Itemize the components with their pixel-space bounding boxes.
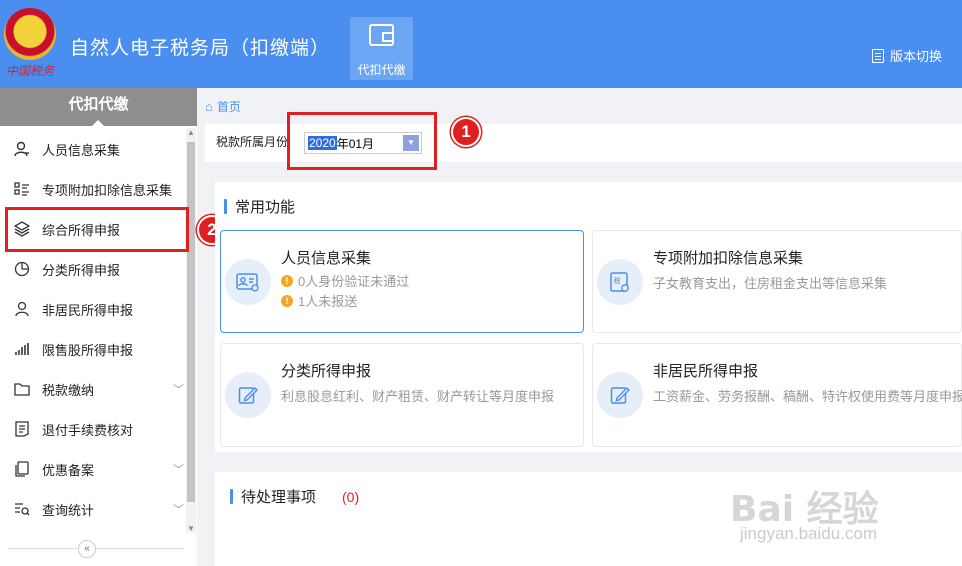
person-icon — [14, 141, 30, 157]
sidebar-item-label: 限售股所得申报 — [42, 342, 134, 358]
version-switch-button[interactable]: 版本切换 — [872, 46, 942, 65]
sidebar-item-refund-check[interactable]: 退付手续费核对 — [0, 409, 184, 449]
nav-tile-withholding[interactable]: 代扣代缴 — [350, 17, 413, 80]
sidebar-item-tax-payment[interactable]: 税款缴纳 ﹀ — [0, 369, 184, 409]
pie-icon — [14, 261, 30, 277]
folder-icon — [14, 381, 30, 397]
sidebar-item-label: 专项附加扣除信息采集 — [42, 182, 173, 198]
document-icon — [14, 421, 30, 437]
warning-identity: ! 0人身份验证未通过 — [281, 271, 409, 290]
card-personnel-collection[interactable]: 人员信息采集 ! 0人身份验证未通过 ! 1人未报送 — [220, 230, 584, 333]
sidebar-item-label: 查询统计 — [42, 502, 95, 518]
card-title: 人员信息采集 — [281, 250, 372, 267]
version-switch-label: 版本切换 — [890, 49, 943, 64]
chevron-down-icon: ﹀ — [173, 504, 184, 516]
card-special-deduction[interactable]: 税 专项附加扣除信息采集 子女教育支出，住房租金支出等信息采集 — [592, 230, 962, 333]
sidebar-item-special-deduction[interactable]: 专项附加扣除信息采集 — [0, 169, 184, 209]
card-subtitle: 子女教育支出，住房租金支出等信息采集 — [653, 276, 888, 291]
nav-tile-label: 代扣代缴 — [357, 63, 406, 77]
chevron-down-icon: ﹀ — [173, 384, 184, 396]
section-title-common: 常用功能 — [224, 196, 295, 217]
pending-count[interactable]: (0) — [342, 489, 359, 505]
sidebar-title: 代扣代缴 — [0, 88, 197, 127]
warning-icon: ! — [281, 274, 293, 287]
section-marker — [230, 489, 233, 504]
section-title-pending: 待处理事项 (0) — [230, 486, 359, 507]
sidebar-item-personnel[interactable]: 人员信息采集 — [0, 129, 184, 169]
warning-icon: ! — [281, 294, 293, 307]
sidebar-item-restricted-stock[interactable]: 限售股所得申报 — [0, 329, 184, 369]
baidu-watermark-url: jingyan.baidu.com — [740, 524, 878, 543]
app-title: 自然人电子税务局（扣缴端） — [70, 38, 331, 59]
star-icon: ★ — [22, 14, 35, 30]
breadcrumb-home[interactable]: 首页 — [217, 98, 241, 115]
card-title: 分类所得申报 — [281, 363, 372, 380]
scroll-down-arrow-icon[interactable]: ▼ — [187, 524, 195, 533]
section-title-label: 待处理事项 — [241, 489, 317, 506]
card-title: 专项附加扣除信息采集 — [653, 250, 804, 267]
card-category-income[interactable]: 分类所得申报 利息股息红利、财产租赁、财产转让等月度申报 — [220, 343, 584, 447]
chevron-down-icon: ﹀ — [173, 464, 184, 476]
section-title-label: 常用功能 — [235, 199, 296, 216]
person-outline-icon — [14, 301, 30, 317]
svg-text:税: 税 — [614, 276, 621, 285]
warning-unreported[interactable]: ! 1人未报送 — [281, 291, 357, 310]
card-subtitle: 利息股息红利、财产租赁、财产转让等月度申报 — [281, 389, 555, 404]
sidebar-item-label: 税款缴纳 — [42, 382, 95, 398]
sidebar-item-label: 退付手续费核对 — [42, 422, 134, 438]
copy-icon — [14, 461, 30, 477]
annotation-badge-1: 1 — [451, 117, 481, 147]
warning-text: 0人身份验证未通过 — [298, 274, 410, 289]
sidebar-item-query-stats[interactable]: 查询统计 ﹀ — [0, 489, 184, 529]
emblem-text: 中国税务 — [6, 64, 55, 78]
top-header: ★ 中国税务 自然人电子税务局（扣缴端） 代扣代缴 版本切换 — [0, 0, 962, 88]
edit-icon — [225, 372, 271, 418]
bar-chart-icon — [14, 341, 30, 357]
warning-text: 1人未报送 — [298, 294, 358, 309]
sidebar-item-preferential-filing[interactable]: 优惠备案 ﹀ — [0, 449, 184, 489]
scroll-up-arrow-icon[interactable]: ▲ — [187, 128, 195, 137]
section-marker — [224, 199, 227, 214]
wallet-icon — [369, 24, 394, 46]
sidebar-item-label: 非居民所得申报 — [42, 302, 134, 318]
search-list-icon — [14, 501, 30, 517]
id-card-icon — [225, 259, 271, 305]
scroll-thumb[interactable] — [187, 142, 195, 502]
sidebar-scrollbar[interactable]: ▲ ▼ — [186, 128, 196, 533]
sidebar-item-nonresident[interactable]: 非居民所得申报 — [0, 289, 184, 329]
card-title: 非居民所得申报 — [653, 363, 759, 380]
sidebar-item-label: 优惠备案 — [42, 462, 95, 478]
collapse-sidebar-button[interactable]: « — [78, 540, 96, 558]
sidebar-item-label: 人员信息采集 — [42, 142, 121, 158]
sidebar-item-label: 分类所得申报 — [42, 262, 121, 278]
annotation-box-2 — [5, 207, 189, 252]
edit-icon — [597, 372, 643, 418]
document-icon — [872, 48, 884, 63]
tax-period-label: 税款所属月份 — [216, 135, 289, 149]
annotation-box-1 — [287, 112, 437, 170]
card-subtitle: 工资薪金、劳务报酬、稿酬、特许权使用费等月度申报 — [653, 389, 962, 404]
home-icon: ⌂ — [205, 98, 213, 114]
sidebar-item-category-income[interactable]: 分类所得申报 — [0, 249, 184, 289]
list-icon — [14, 181, 30, 197]
card-nonresident-income[interactable]: 非居民所得申报 工资薪金、劳务报酬、稿酬、特许权使用费等月度申报 — [592, 343, 962, 447]
tax-document-icon: 税 — [597, 259, 643, 305]
divider — [8, 548, 184, 549]
